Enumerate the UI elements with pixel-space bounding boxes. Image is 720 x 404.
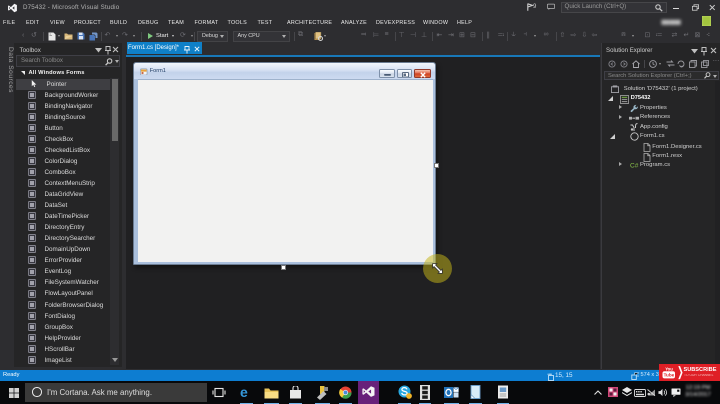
svg-text:Tube: Tube <box>663 372 674 377</box>
svg-text:You: You <box>665 366 673 371</box>
svg-text:C#: C# <box>630 162 639 169</box>
